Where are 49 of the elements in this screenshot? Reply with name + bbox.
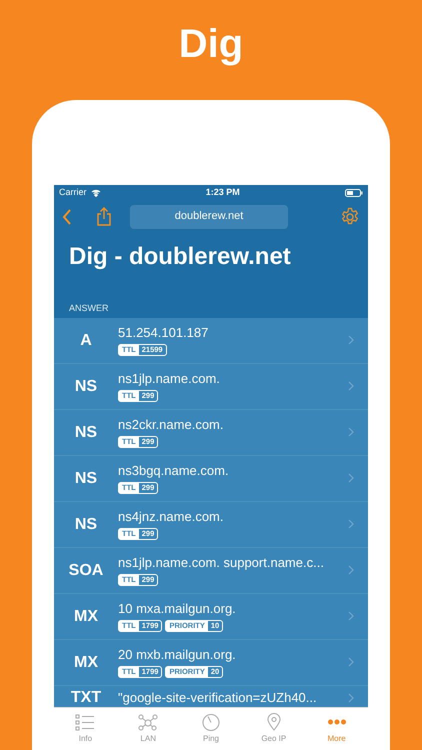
tab-item[interactable]: Ping	[180, 708, 242, 750]
location-pin-icon	[266, 713, 281, 731]
chevron-icon	[348, 335, 354, 346]
gauge-icon	[200, 713, 221, 731]
record-type: SOA	[68, 560, 104, 580]
chevron-icon	[348, 381, 354, 392]
record-value: ns1jlp.name.com. support.name.c...	[118, 554, 325, 571]
settings-icon[interactable]	[340, 206, 360, 226]
wifi-icon	[90, 188, 101, 196]
record-value: "google-site-verification=zUZh40...	[118, 690, 318, 706]
network-icon	[138, 714, 158, 730]
chevron-icon	[348, 427, 354, 438]
list-icon	[75, 714, 96, 730]
tab-item[interactable]: Info	[54, 708, 117, 750]
chevron-icon	[348, 519, 354, 530]
clock-label: 1:23 PM	[204, 186, 241, 199]
record-type: NS	[74, 376, 98, 396]
more-icon	[326, 719, 347, 725]
chevron-icon	[348, 565, 354, 576]
record-type: NS	[74, 468, 98, 488]
host-field[interactable]: doublerew.net	[130, 204, 288, 228]
tab-item[interactable]: More	[305, 708, 368, 750]
record-type: TXT	[70, 688, 102, 707]
record-value: 51.254.101.187	[118, 324, 210, 341]
battery-icon	[345, 188, 363, 196]
tab-item[interactable]: LAN	[116, 708, 180, 750]
record-value: ns4jnz.name.com.	[118, 508, 224, 525]
record-type: MX	[73, 606, 99, 626]
record-row[interactable]: TXT "google-site-verification=zUZh40...	[54, 686, 368, 707]
chevron-icon	[348, 611, 354, 622]
record-value: ns1jlp.name.com.	[118, 370, 221, 387]
record-type: A	[79, 330, 93, 350]
record-type: NS	[74, 514, 98, 534]
record-value: 10 mxa.mailgun.org.	[118, 600, 237, 617]
chevron-icon	[348, 692, 354, 703]
share-icon[interactable]	[96, 207, 112, 226]
carrier-label: Carrier	[59, 186, 87, 199]
page-title: Dig - doublerew.net	[68, 242, 292, 272]
back-icon[interactable]	[62, 208, 72, 224]
chevron-icon	[348, 657, 354, 668]
record-value: ns3bgq.name.com.	[118, 462, 230, 479]
record-type: MX	[73, 652, 99, 672]
section-header: ANSWER	[68, 302, 110, 314]
chevron-icon	[348, 473, 354, 484]
tab-item[interactable]: Geo IP	[242, 708, 306, 750]
record-value: 20 mxb.mailgun.org.	[118, 646, 237, 663]
record-type: NS	[74, 422, 98, 442]
record-value: ns2ckr.name.com.	[118, 416, 224, 433]
headline: Dig	[178, 21, 244, 68]
